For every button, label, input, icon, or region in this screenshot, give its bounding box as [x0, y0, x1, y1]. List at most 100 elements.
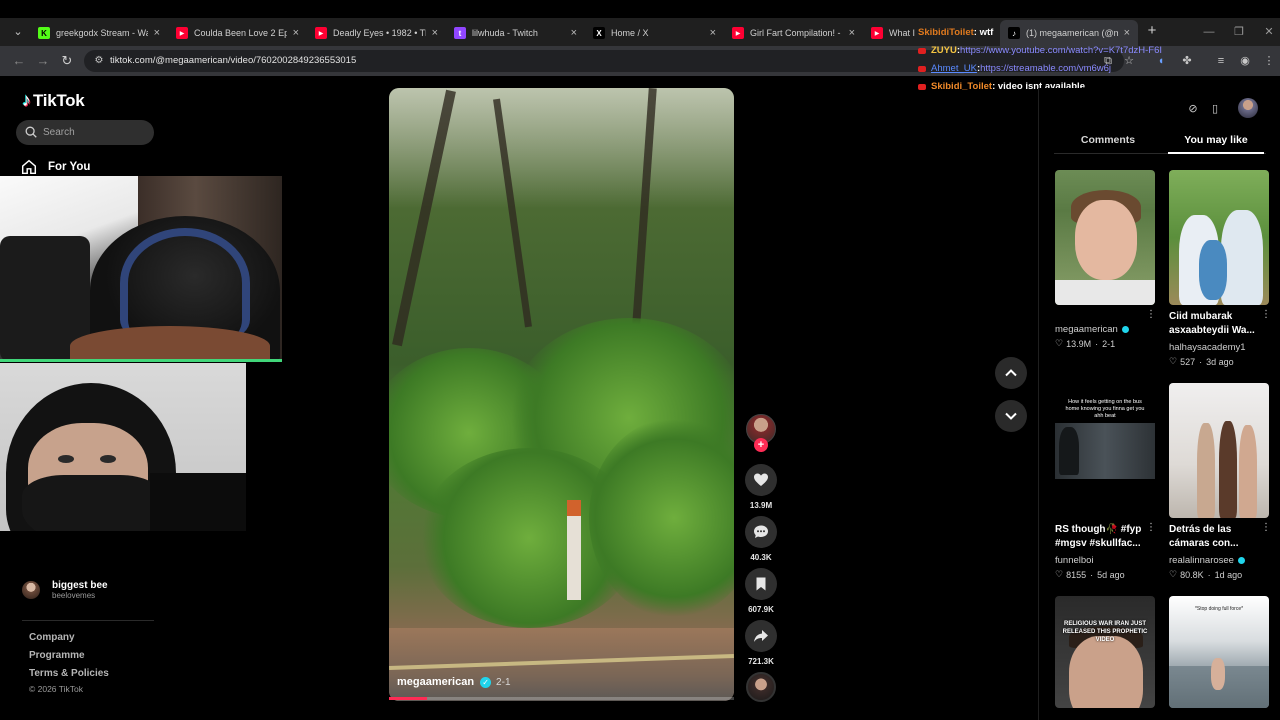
card-author[interactable]: realalinnarosee	[1169, 555, 1245, 566]
tiktok-logo[interactable]: ♪ TikTok	[22, 90, 85, 111]
more-options-icon[interactable]: ⋮	[1146, 309, 1156, 320]
close-icon[interactable]: ×	[432, 27, 438, 39]
close-window-icon[interactable]: ✕	[1258, 22, 1280, 42]
recommended-video-thumbnail[interactable]: *Stop doing full force*	[1169, 596, 1269, 708]
forward-arrow-icon[interactable]: →	[34, 52, 52, 70]
heart-outline-icon: ♡	[1169, 356, 1178, 366]
card-author[interactable]: halhaysacademy1	[1169, 342, 1246, 353]
card-title[interactable]: RS though🥀 #fyp #mgsv #skullfac...	[1055, 523, 1155, 551]
verified-icon	[1121, 326, 1129, 333]
recommended-video-thumbnail[interactable]	[1169, 383, 1269, 518]
chat-link[interactable]: https://streamable.com/vm6w6j	[980, 63, 1111, 74]
search-input[interactable]: Search	[16, 120, 154, 145]
menu-kebab-icon[interactable]: ⋮	[1260, 52, 1278, 70]
new-tab-icon[interactable]: +	[1142, 21, 1162, 41]
chat-link[interactable]: https://www.youtube.com/watch?v=K7t7dzH-…	[960, 45, 1162, 56]
card-title[interactable]: Detrás de las cámaras con...	[1169, 523, 1269, 551]
footer-link-company[interactable]: Company	[29, 632, 75, 643]
close-icon[interactable]: ×	[571, 27, 577, 39]
close-icon[interactable]: ×	[154, 27, 160, 39]
youtube-icon: ▶	[176, 27, 188, 39]
browser-tab[interactable]: X Home / X ×	[585, 20, 724, 46]
save-count: 607.9K	[748, 605, 774, 614]
video-progress-bar[interactable]	[389, 697, 734, 700]
recommended-video-thumbnail[interactable]	[1169, 170, 1269, 305]
youtube-icon: ▶	[871, 27, 883, 39]
video-player[interactable]	[389, 88, 734, 701]
chat-message: ZUYU : https://www.youtube.com/watch?v=K…	[918, 45, 1162, 56]
card-author[interactable]: funnelboi	[1055, 555, 1094, 566]
card-likes: 80.8K	[1180, 569, 1204, 580]
avatar	[22, 581, 40, 599]
nav-for-you[interactable]: For You	[20, 158, 90, 176]
tab-search-chevron-icon[interactable]: ⌄	[8, 22, 28, 42]
footer-link-terms[interactable]: Terms & Policies	[29, 668, 109, 679]
heart-outline-icon: ♡	[1055, 569, 1064, 579]
recommended-video-thumbnail[interactable]: How it feels getting on the bus home kno…	[1055, 383, 1155, 518]
more-options-icon[interactable]: ⋮	[1146, 522, 1156, 533]
close-icon[interactable]: ×	[710, 27, 716, 39]
user-avatar[interactable]	[1238, 98, 1258, 118]
video-date: 2-1	[496, 676, 511, 688]
twitch-icon: t	[454, 27, 466, 39]
minimize-icon[interactable]: —	[1198, 22, 1220, 42]
browser-tab[interactable]: K greekgodx Stream - Watc ×	[30, 20, 168, 46]
chevron-up-icon	[1005, 369, 1017, 377]
explore-compass-icon[interactable]: ⊘	[1184, 100, 1202, 118]
close-icon[interactable]: ×	[1124, 27, 1130, 39]
extensions-icon[interactable]: ✤	[1178, 52, 1196, 70]
browser-tab[interactable]: t lilwhuda - Twitch ×	[446, 20, 585, 46]
follow-plus-icon[interactable]: +	[754, 438, 768, 452]
mobile-device-icon[interactable]: ▯	[1206, 100, 1224, 118]
share-count: 721.3K	[748, 657, 774, 666]
music-disc[interactable]	[746, 672, 776, 702]
verified-icon	[1237, 557, 1245, 564]
card-date: 5d ago	[1097, 569, 1125, 580]
recommended-video-thumbnail[interactable]: RELIGIOUS WAR IRAN JUST RELEASED THIS PR…	[1055, 596, 1155, 708]
chat-message: Ahmet_UK : https://streamable.com/vm6w6j	[918, 63, 1111, 74]
webcam-overlay-top	[0, 176, 282, 362]
save-button[interactable]	[745, 568, 777, 600]
active-tab-indicator	[1168, 152, 1264, 154]
browser-tab[interactable]: ▶ Girl Fart Compilation! - Yo ×	[724, 20, 863, 46]
card-date: 1d ago	[1214, 569, 1243, 580]
reload-icon[interactable]: ↻	[58, 52, 76, 70]
reading-list-icon[interactable]: ≡	[1212, 52, 1230, 70]
card-stats: ♡ 8155 · 5d ago	[1055, 569, 1125, 580]
back-arrow-icon[interactable]: ←	[10, 52, 28, 70]
card-stats: ♡ 13.9M · 2-1	[1055, 338, 1116, 349]
sidebar-profile[interactable]: biggest bee beelovemes	[22, 580, 108, 600]
share-button[interactable]	[745, 620, 777, 652]
restore-icon[interactable]: ❐	[1228, 22, 1250, 42]
previous-video-button[interactable]	[995, 357, 1027, 389]
comment-button[interactable]	[745, 516, 777, 548]
profile-icon[interactable]: ◉	[1236, 52, 1254, 70]
next-video-button[interactable]	[995, 400, 1027, 432]
webcam-overlay-bottom	[0, 363, 246, 531]
browser-tab[interactable]: ▶ Coulda Been Love 2 Episo ×	[168, 20, 307, 46]
site-info-icon[interactable]: ⚙	[92, 54, 106, 68]
bookmark-icon	[756, 577, 766, 591]
card-title[interactable]: Ciid mubarak asxaabteydii Wa...	[1169, 310, 1269, 338]
tab-title: Coulda Been Love 2 Episo	[194, 28, 287, 38]
close-icon[interactable]: ×	[293, 27, 299, 39]
tab-comments[interactable]: Comments	[1054, 134, 1162, 146]
tab-strip: ⌄ K greekgodx Stream - Watc × ▶ Coulda B…	[0, 18, 1280, 46]
close-icon[interactable]: ×	[849, 27, 855, 39]
browser-tab-active[interactable]: ♪ (1) megaamerican (@megaamerican) ×	[1000, 20, 1138, 46]
chat-username: Skibidi_Toilet	[931, 81, 993, 92]
card-author-name: realalinnarosee	[1169, 555, 1234, 566]
logo-text: TikTok	[33, 90, 85, 110]
video-author[interactable]: megaamerican ✓ 2-1	[397, 676, 511, 688]
browser-tab[interactable]: ▶ Deadly Eyes • 1982 • Thea ×	[307, 20, 446, 46]
tab-you-may-like[interactable]: You may like	[1162, 134, 1270, 146]
card-author[interactable]: megaamerican	[1055, 324, 1129, 335]
recommended-video-thumbnail[interactable]	[1055, 170, 1155, 305]
more-options-icon[interactable]: ⋮	[1261, 522, 1271, 533]
footer-link-programme[interactable]: Programme	[29, 650, 85, 661]
thumbnail-caption: *Stop doing full force*	[1194, 606, 1244, 612]
verified-icon: ✓	[480, 676, 492, 688]
more-options-icon[interactable]: ⋮	[1261, 309, 1271, 320]
browser-tab[interactable]: ▶ What I've Do	[863, 20, 923, 46]
like-button[interactable]	[745, 464, 777, 496]
